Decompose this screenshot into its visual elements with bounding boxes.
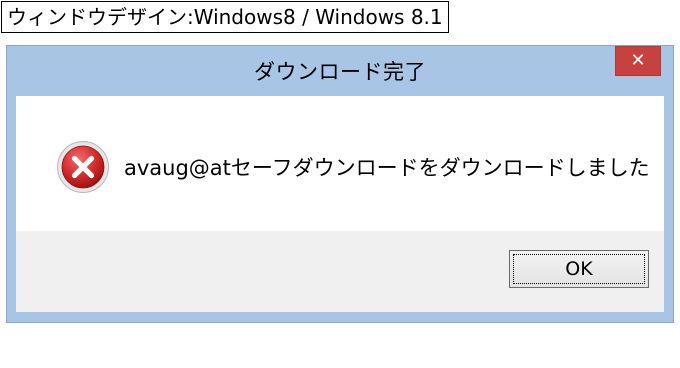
- design-caption-label: ウィンドウデザイン:Windows8 / Windows 8.1: [1, 1, 449, 33]
- dialog-window: ダウンロード完了 ✕ avaug@atセーフダウンロードをダウンロードしました: [6, 45, 674, 323]
- dialog-message: avaug@atセーフダウンロードをダウンロードしました: [124, 156, 650, 180]
- title-bar[interactable]: ダウンロード完了 ✕: [7, 46, 673, 92]
- dialog-title: ダウンロード完了: [254, 60, 426, 84]
- close-icon: ✕: [630, 50, 646, 71]
- message-area: avaug@atセーフダウンロードをダウンロードしました: [16, 96, 664, 231]
- ok-button-label: OK: [513, 254, 645, 284]
- ok-button[interactable]: OK: [509, 250, 649, 288]
- dialog-client-area: avaug@atセーフダウンロードをダウンロードしました OK: [16, 96, 664, 312]
- close-button[interactable]: ✕: [615, 46, 661, 76]
- error-icon: [57, 141, 109, 193]
